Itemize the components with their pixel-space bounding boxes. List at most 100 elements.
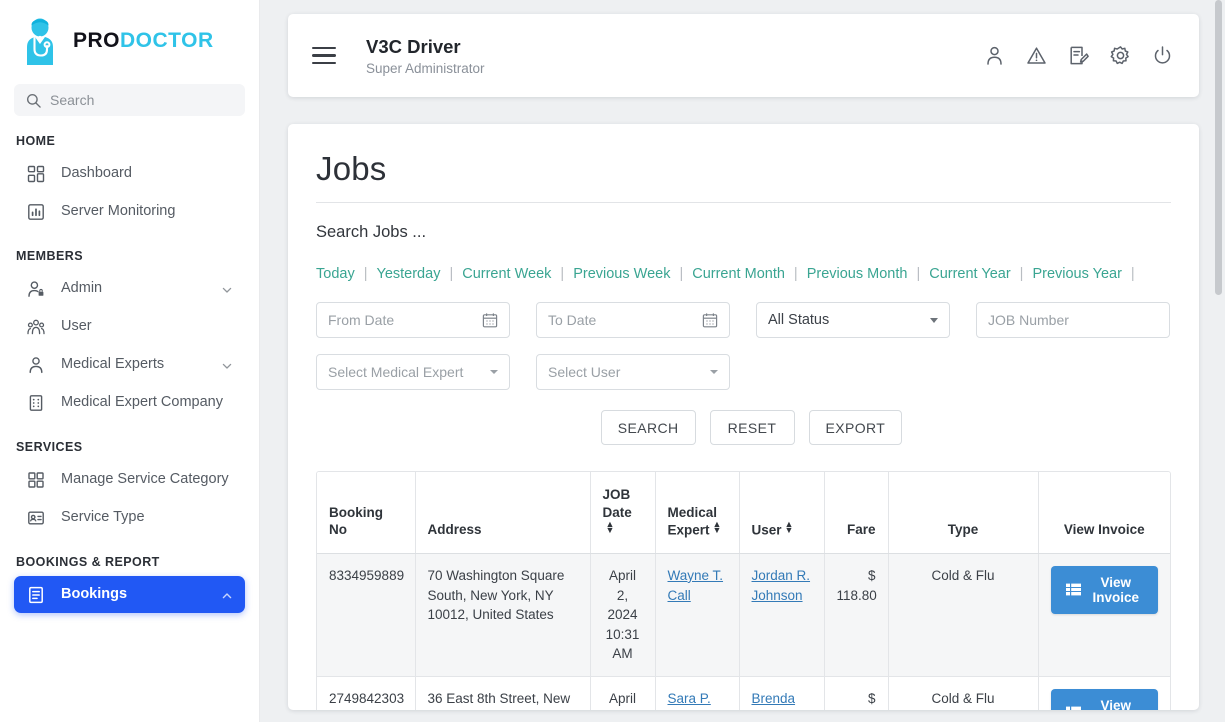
from-date-input[interactable] bbox=[328, 312, 482, 328]
quick-filter-current-month[interactable]: Current Month bbox=[692, 266, 785, 282]
gear-icon[interactable] bbox=[1110, 45, 1131, 66]
topbar-subtitle: Super Administrator bbox=[366, 61, 485, 76]
quick-filter-previous-year[interactable]: Previous Year bbox=[1032, 266, 1121, 282]
person-icon bbox=[26, 355, 45, 374]
sidebar-item-manage-service-category[interactable]: Manage Service Category bbox=[14, 461, 245, 498]
chevron-down-icon bbox=[930, 318, 938, 323]
calendar-icon[interactable] bbox=[702, 312, 718, 328]
column-header-user[interactable]: User▲▼ bbox=[739, 472, 824, 553]
cell-type: Cold & Flu bbox=[888, 553, 1038, 676]
to-date-field[interactable] bbox=[536, 302, 730, 338]
quick-filter-today[interactable]: Today bbox=[316, 266, 355, 282]
table-row: 2749842303 36 East 8th Street, New York,… bbox=[317, 676, 1170, 710]
calendar-icon[interactable] bbox=[482, 312, 498, 328]
job-number-field[interactable] bbox=[976, 302, 1170, 338]
power-icon[interactable] bbox=[1152, 45, 1173, 66]
cell-fare: $118.80 bbox=[824, 553, 888, 676]
chevron-down-icon bbox=[221, 359, 233, 371]
quick-filter-previous-month[interactable]: Previous Month bbox=[807, 266, 908, 282]
column-header-booking-no: Booking No bbox=[317, 472, 415, 553]
separator: | bbox=[1131, 266, 1135, 282]
column-header-fare: Fare bbox=[824, 472, 888, 553]
search-button[interactable]: SEARCH bbox=[601, 410, 696, 445]
jobs-table: Booking No Address JOB Date▲▼ Medical Ex… bbox=[317, 472, 1170, 710]
column-header-view-invoice: View Invoice bbox=[1038, 472, 1170, 553]
column-label: User bbox=[752, 522, 782, 537]
cell-booking-no: 8334959889 bbox=[317, 553, 415, 676]
column-header-address: Address bbox=[415, 472, 590, 553]
separator: | bbox=[679, 266, 683, 282]
brand-logo[interactable]: PRODOCTOR bbox=[0, 0, 259, 74]
user-link[interactable]: Brenda D. Carreon bbox=[752, 691, 801, 710]
quick-filter-links: Today | Yesterday | Current Week | Previous We… bbox=[316, 266, 1171, 282]
nav-section-bookings-report: BOOKINGS & REPORT bbox=[0, 537, 259, 575]
quick-filter-current-week[interactable]: Current Week bbox=[462, 266, 551, 282]
cell-address: 36 East 8th Street, New York, NY 10003, … bbox=[415, 676, 590, 710]
user-select-field[interactable]: Select User bbox=[536, 354, 730, 390]
menu-toggle-icon[interactable] bbox=[312, 47, 336, 64]
view-invoice-button[interactable]: View Invoice bbox=[1051, 689, 1159, 710]
separator: | bbox=[916, 266, 920, 282]
sort-icon: ▲▼ bbox=[606, 521, 614, 534]
list-icon bbox=[1066, 583, 1081, 596]
building-icon bbox=[26, 393, 45, 412]
sidebar-item-label: Medical Expert Company bbox=[61, 393, 233, 411]
sidebar-item-label: Admin bbox=[61, 279, 205, 297]
sidebar-item-label: Medical Experts bbox=[61, 355, 205, 373]
sort-icon: ▲▼ bbox=[713, 521, 721, 534]
sidebar-item-medical-expert-company[interactable]: Medical Expert Company bbox=[14, 384, 245, 421]
view-invoice-button[interactable]: View Invoice bbox=[1051, 566, 1159, 614]
sidebar-item-admin[interactable]: Admin bbox=[14, 270, 245, 307]
sidebar-item-medical-experts[interactable]: Medical Experts bbox=[14, 346, 245, 383]
person-icon[interactable] bbox=[984, 45, 1005, 66]
doctor-logo-icon bbox=[16, 16, 64, 66]
users-group-icon bbox=[26, 317, 45, 336]
column-label: Medical Expert bbox=[668, 505, 718, 538]
quick-filter-yesterday[interactable]: Yesterday bbox=[376, 266, 440, 282]
page-scrollbar[interactable] bbox=[1215, 0, 1222, 722]
warning-triangle-icon[interactable] bbox=[1026, 45, 1047, 66]
table-row: 8334959889 70 Washington Square South, N… bbox=[317, 553, 1170, 676]
jobs-table-wrapper: Booking No Address JOB Date▲▼ Medical Ex… bbox=[316, 471, 1171, 710]
reset-button[interactable]: RESET bbox=[710, 410, 795, 445]
sidebar-item-label: Service Type bbox=[61, 508, 233, 526]
cell-view-invoice: View Invoice bbox=[1038, 553, 1170, 676]
sidebar-item-bookings[interactable]: Bookings bbox=[14, 576, 245, 613]
sidebar-item-user[interactable]: User bbox=[14, 308, 245, 345]
medical-expert-link[interactable]: Sara P. Flowers bbox=[668, 691, 715, 710]
status-select-field[interactable]: All Status bbox=[756, 302, 950, 338]
search-input[interactable] bbox=[50, 92, 233, 108]
column-header-medical-expert[interactable]: Medical Expert▲▼ bbox=[655, 472, 739, 553]
table-header-row: Booking No Address JOB Date▲▼ Medical Ex… bbox=[317, 472, 1170, 553]
nav-section-services: SERVICES bbox=[0, 422, 259, 460]
separator: | bbox=[449, 266, 453, 282]
cell-user: Brenda D. Carreon bbox=[739, 676, 824, 710]
cell-booking-no: 2749842303 bbox=[317, 676, 415, 710]
column-header-type: Type bbox=[888, 472, 1038, 553]
sidebar-search[interactable] bbox=[14, 84, 245, 116]
grid-icon bbox=[26, 470, 45, 489]
separator: | bbox=[364, 266, 368, 282]
grid-icon bbox=[26, 164, 45, 183]
column-header-job-date[interactable]: JOB Date▲▼ bbox=[590, 472, 655, 553]
sidebar-item-server-monitoring[interactable]: Server Monitoring bbox=[14, 193, 245, 230]
main-area: V3C Driver Super Administrator bbox=[260, 0, 1225, 722]
document-list-icon bbox=[26, 585, 45, 604]
quick-filter-current-year[interactable]: Current Year bbox=[929, 266, 1010, 282]
from-date-field[interactable] bbox=[316, 302, 510, 338]
medical-expert-link[interactable]: Wayne T. Call bbox=[668, 568, 724, 603]
user-link[interactable]: Jordan R. Johnson bbox=[752, 568, 811, 603]
job-number-input[interactable] bbox=[988, 312, 1158, 328]
quick-filter-previous-week[interactable]: Previous Week bbox=[573, 266, 670, 282]
sidebar-item-dashboard[interactable]: Dashboard bbox=[14, 155, 245, 192]
to-date-input[interactable] bbox=[548, 312, 702, 328]
cell-view-invoice: View Invoice bbox=[1038, 676, 1170, 710]
sidebar-item-service-type[interactable]: Service Type bbox=[14, 499, 245, 536]
caret-down-icon bbox=[710, 370, 718, 374]
edit-document-icon[interactable] bbox=[1068, 45, 1089, 66]
scrollbar-thumb[interactable] bbox=[1215, 0, 1222, 295]
export-button[interactable]: EXPORT bbox=[809, 410, 903, 445]
title-divider bbox=[316, 202, 1171, 203]
medical-expert-select-field[interactable]: Select Medical Expert bbox=[316, 354, 510, 390]
app-root: PRODOCTOR HOME Dashboard bbox=[0, 0, 1225, 722]
